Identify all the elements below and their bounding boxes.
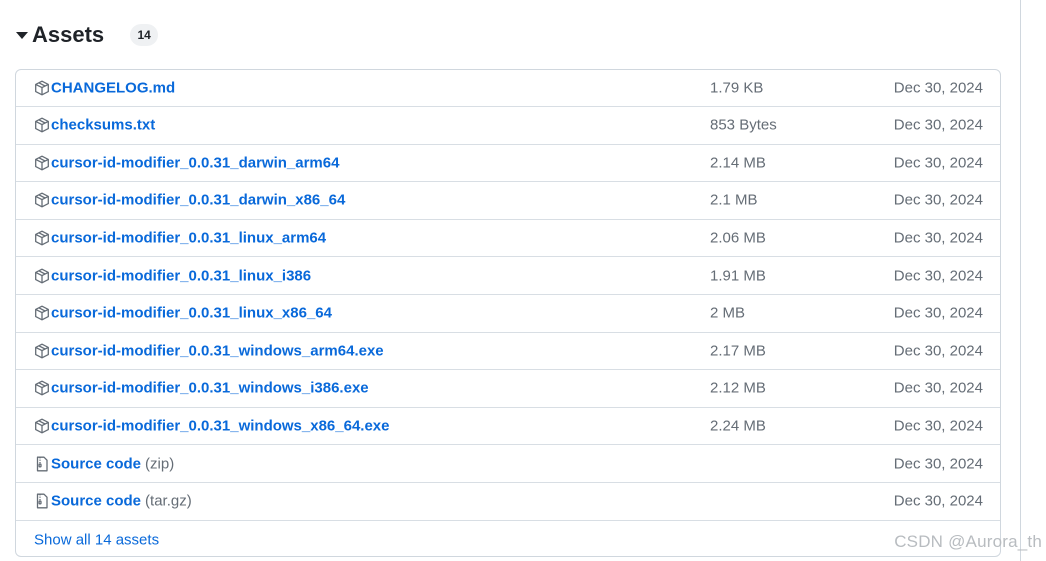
asset-link[interactable]: cursor-id-modifier_0.0.31_linux_i386 — [51, 267, 311, 284]
assets-list: CHANGELOG.md 1.79 KB Dec 30, 2024 checksums… — [15, 69, 1001, 557]
asset-date: Dec 30, 2024 — [893, 304, 983, 322]
show-all-assets-link[interactable]: Show all 14 assets — [34, 531, 159, 548]
asset-date: Dec 30, 2024 — [893, 154, 983, 172]
asset-row: CHANGELOG.md 1.79 KB Dec 30, 2024 — [16, 70, 1000, 107]
package-icon — [34, 418, 50, 434]
asset-row: cursor-id-modifier_0.0.31_darwin_x86_64 2… — [16, 182, 1000, 220]
asset-name: cursor-id-modifier_0.0.31_linux_i386 — [51, 267, 312, 285]
asset-name: cursor-id-modifier_0.0.31_windows_i386.e… — [51, 379, 369, 397]
asset-size: 1.91 MB — [710, 267, 766, 285]
assets-title[interactable]: Assets — [32, 22, 104, 48]
asset-size: 2.06 MB — [710, 229, 766, 247]
watermark: CSDN @Aurora_th — [894, 532, 1042, 551]
package-icon — [34, 155, 50, 171]
asset-link[interactable]: cursor-id-modifier_0.0.31_windows_arm64.… — [51, 342, 384, 359]
asset-date: Dec 30, 2024 — [893, 455, 983, 473]
asset-size: 2.12 MB — [710, 379, 766, 397]
asset-row: Source code (zip) Dec 30, 2024 — [16, 445, 1000, 483]
asset-date: Dec 30, 2024 — [893, 417, 983, 435]
asset-link[interactable]: cursor-id-modifier_0.0.31_darwin_x86_64 — [51, 192, 345, 209]
asset-name: Source code — [51, 455, 142, 473]
asset-size: 2.1 MB — [710, 191, 758, 209]
file-zip-icon — [34, 456, 50, 472]
asset-format-suffix: (zip) — [145, 455, 175, 473]
package-icon — [34, 380, 50, 396]
assets-count-badge: 14 — [130, 24, 159, 46]
package-icon — [34, 230, 50, 246]
asset-row: cursor-id-modifier_0.0.31_linux_x86_64 2 … — [16, 295, 1000, 333]
asset-name: cursor-id-modifier_0.0.31_darwin_arm64 — [51, 154, 340, 172]
asset-row: Source code (tar.gz) Dec 30, 2024 — [16, 483, 1000, 521]
asset-link[interactable]: cursor-id-modifier_0.0.31_linux_arm64 — [51, 230, 326, 247]
package-icon — [34, 80, 50, 96]
asset-name: checksums.txt — [51, 116, 156, 134]
asset-name: cursor-id-modifier_0.0.31_windows_arm64.… — [51, 342, 384, 360]
asset-row: cursor-id-modifier_0.0.31_linux_i386 1.91… — [16, 257, 1000, 295]
asset-link[interactable]: cursor-id-modifier_0.0.31_linux_x86_64 — [51, 305, 332, 322]
package-icon — [34, 192, 50, 208]
asset-size: 853 Bytes — [710, 116, 777, 134]
show-all-row: Show all 14 assets — [16, 521, 1000, 556]
asset-row: checksums.txt 853 Bytes Dec 30, 2024 — [16, 107, 1000, 145]
asset-name: cursor-id-modifier_0.0.31_linux_arm64 — [51, 229, 327, 247]
asset-size: 2.24 MB — [710, 417, 766, 435]
asset-link[interactable]: CHANGELOG.md — [51, 80, 175, 97]
asset-name: Source code — [51, 492, 142, 510]
asset-date: Dec 30, 2024 — [893, 342, 983, 360]
package-icon — [34, 343, 50, 359]
asset-size: 2 MB — [710, 304, 746, 322]
asset-date: Dec 30, 2024 — [893, 191, 983, 209]
asset-date: Dec 30, 2024 — [893, 229, 983, 247]
asset-date: Dec 30, 2024 — [893, 379, 983, 397]
asset-row: cursor-id-modifier_0.0.31_windows_i386.e… — [16, 370, 1000, 408]
asset-link[interactable]: cursor-id-modifier_0.0.31_windows_i386.e… — [51, 380, 369, 397]
asset-name: cursor-id-modifier_0.0.31_windows_x86_64… — [51, 417, 390, 435]
asset-size: 2.17 MB — [710, 342, 766, 360]
asset-size: 1.79 KB — [710, 79, 764, 97]
asset-link[interactable]: cursor-id-modifier_0.0.31_darwin_arm64 — [51, 154, 339, 171]
asset-name: cursor-id-modifier_0.0.31_darwin_x86_64 — [51, 191, 346, 209]
asset-row: cursor-id-modifier_0.0.31_windows_x86_64… — [16, 408, 1000, 446]
asset-row: cursor-id-modifier_0.0.31_linux_arm64 2.0… — [16, 220, 1000, 258]
package-icon — [34, 305, 50, 321]
asset-size: 2.14 MB — [710, 154, 766, 172]
file-zip-icon — [34, 493, 50, 509]
asset-row: cursor-id-modifier_0.0.31_darwin_arm64 2.… — [16, 145, 1000, 183]
asset-row: cursor-id-modifier_0.0.31_windows_arm64.… — [16, 333, 1000, 371]
asset-name: CHANGELOG.md — [51, 79, 176, 97]
asset-link[interactable]: Source code (zip) — [51, 455, 174, 472]
page-divider — [1020, 0, 1021, 561]
assets-header: Assets 14 — [14, 18, 159, 52]
package-icon — [34, 117, 50, 133]
asset-link[interactable]: checksums.txt — [51, 117, 155, 134]
asset-date: Dec 30, 2024 — [893, 79, 983, 97]
asset-date: Dec 30, 2024 — [893, 116, 983, 134]
package-icon — [34, 268, 50, 284]
caret-down-icon[interactable] — [14, 27, 30, 43]
asset-date: Dec 30, 2024 — [893, 492, 983, 510]
asset-name: cursor-id-modifier_0.0.31_linux_x86_64 — [51, 304, 332, 322]
asset-link[interactable]: cursor-id-modifier_0.0.31_windows_x86_64… — [51, 418, 390, 435]
asset-link[interactable]: Source code (tar.gz) — [51, 493, 192, 510]
asset-format-suffix: (tar.gz) — [145, 492, 192, 510]
asset-date: Dec 30, 2024 — [893, 267, 983, 285]
